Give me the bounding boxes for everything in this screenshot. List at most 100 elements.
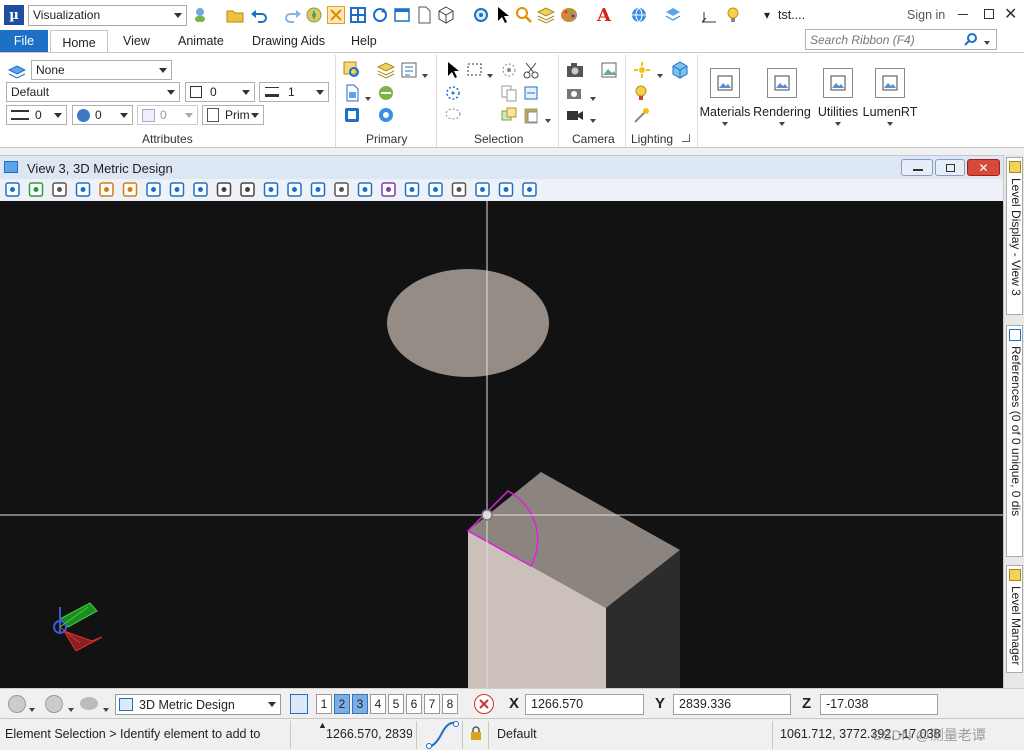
camera-icon[interactable]: [357, 182, 373, 197]
view-display-icon[interactable]: [28, 182, 44, 197]
tab-view[interactable]: View: [123, 30, 150, 52]
snap-mode-icon[interactable]: [426, 721, 460, 749]
video-camera-icon[interactable]: [566, 106, 584, 124]
chevron-down-icon[interactable]: [657, 67, 663, 81]
view-previous-icon[interactable]: [263, 182, 279, 197]
fit-view-icon[interactable]: [169, 182, 185, 197]
lock-icon[interactable]: [470, 726, 482, 740]
y-coordinate-field[interactable]: 2839.336: [673, 694, 791, 715]
levels-icon[interactable]: [537, 6, 555, 24]
materials-button[interactable]: Materials: [700, 68, 750, 130]
fill-combo[interactable]: 0: [72, 105, 133, 125]
tab-file[interactable]: File: [0, 30, 48, 52]
zoom-out-icon[interactable]: [122, 182, 138, 197]
forward-icon[interactable]: [45, 695, 63, 713]
palette-icon[interactable]: [560, 6, 578, 24]
view-icon[interactable]: [472, 6, 490, 24]
chevron-down-icon[interactable]: [487, 67, 493, 81]
back-icon[interactable]: [8, 695, 26, 713]
viewport-3d[interactable]: [0, 201, 1003, 688]
view-close-button[interactable]: ✕: [967, 159, 1000, 176]
display-style-icon[interactable]: [664, 6, 682, 24]
bulb-icon[interactable]: [633, 84, 651, 102]
x-coordinate-field[interactable]: 1266.570: [525, 694, 644, 715]
open-folder-icon[interactable]: [226, 6, 244, 24]
view-button-3[interactable]: 3: [352, 694, 368, 714]
redo-icon[interactable]: [284, 6, 302, 24]
globe-icon[interactable]: [630, 6, 648, 24]
lasso-icon[interactable]: [444, 106, 462, 124]
view-button-1[interactable]: 1: [316, 694, 332, 714]
model-select[interactable]: 3D Metric Design: [115, 694, 281, 715]
explorer-icon[interactable]: [343, 61, 361, 79]
light-source-icon[interactable]: [633, 61, 651, 79]
view-tools-strip[interactable]: [0, 179, 560, 201]
maximize-icon[interactable]: [984, 9, 994, 19]
class-combo[interactable]: Prim: [202, 105, 264, 125]
chevron-down-icon[interactable]: [422, 67, 428, 81]
undo-icon[interactable]: [250, 6, 268, 24]
color-combo[interactable]: 0: [185, 82, 255, 102]
select-circle-icon[interactable]: [444, 84, 462, 102]
customize-icon[interactable]: ▾: [758, 6, 776, 24]
view-attributes-icon[interactable]: [5, 182, 20, 197]
copy-view-icon[interactable]: [310, 182, 326, 197]
clip-volume-icon[interactable]: [334, 182, 349, 197]
close-icon[interactable]: ✕: [1004, 4, 1017, 24]
accudraw-toggle-icon[interactable]: [474, 694, 494, 714]
lumenrt-button[interactable]: LumenRT: [863, 68, 917, 130]
rotate-view-icon[interactable]: [193, 182, 208, 197]
view-button-2[interactable]: 2: [334, 694, 350, 714]
z-coordinate-field[interactable]: -17.038: [820, 694, 938, 715]
sun-ray-icon[interactable]: [633, 106, 651, 124]
models-icon[interactable]: [343, 84, 361, 102]
select-all-icon[interactable]: [500, 61, 518, 79]
select-cursor-icon[interactable]: [494, 6, 512, 24]
named-boundary-icon[interactable]: [428, 182, 443, 197]
saved-views-icon[interactable]: [377, 106, 395, 124]
chevron-down-icon[interactable]: [590, 90, 596, 104]
model-shape-icon[interactable]: [80, 697, 98, 710]
group-icon[interactable]: [500, 106, 518, 124]
chevron-down-icon[interactable]: [365, 90, 371, 104]
tab-home[interactable]: Home: [50, 30, 108, 54]
app-logo[interactable]: µ: [4, 5, 24, 25]
walk-icon[interactable]: [240, 182, 255, 197]
utilities-button[interactable]: Utilities: [814, 68, 862, 130]
render-icon[interactable]: [381, 182, 396, 197]
view-rotation-icon[interactable]: [498, 182, 514, 197]
view-restore-button[interactable]: [935, 159, 965, 176]
raster-icon[interactable]: [343, 106, 361, 124]
select-cursor-icon[interactable]: [444, 61, 462, 79]
dock-tab-level-display[interactable]: Level Display - View 3: [1006, 157, 1023, 315]
standard-views-icon[interactable]: [522, 182, 537, 197]
window-icon[interactable]: [393, 6, 411, 24]
search-ribbon-input[interactable]: Search Ribbon (F4): [805, 29, 997, 50]
view-toggle-icon[interactable]: [404, 182, 420, 197]
text-icon[interactable]: A: [595, 5, 613, 26]
update-view-icon[interactable]: [75, 182, 91, 197]
select-rectangle-icon[interactable]: [466, 61, 484, 79]
level-combo[interactable]: None: [31, 60, 172, 80]
cube-icon[interactable]: [437, 6, 455, 24]
lightbulb-icon[interactable]: [724, 6, 742, 24]
minimize-icon[interactable]: [958, 14, 968, 15]
dock-tab-references[interactable]: References (0 of 0 unique, 0 dis: [1006, 325, 1023, 557]
user-icon[interactable]: [193, 6, 211, 24]
grid-icon[interactable]: [349, 6, 367, 24]
chevron-down-icon[interactable]: [29, 701, 35, 715]
view-button-4[interactable]: 4: [370, 694, 386, 714]
references-icon[interactable]: [377, 84, 395, 102]
view-button-5[interactable]: 5: [388, 694, 404, 714]
tab-drawing-aids[interactable]: Drawing Aids: [252, 30, 325, 52]
chevron-down-icon[interactable]: [68, 701, 74, 715]
view-button-8[interactable]: 8: [442, 694, 458, 714]
chevron-down-icon[interactable]: [545, 112, 551, 126]
sign-in-link[interactable]: Sign in: [907, 8, 945, 22]
search-icon[interactable]: [515, 6, 533, 24]
section-icon[interactable]: [451, 182, 467, 197]
scissors-icon[interactable]: [522, 61, 540, 79]
view-title-bar[interactable]: View 3, 3D Metric Design ✕: [0, 155, 1003, 179]
text-style-combo[interactable]: Default: [6, 82, 180, 102]
cube-view-icon[interactable]: [475, 182, 490, 197]
